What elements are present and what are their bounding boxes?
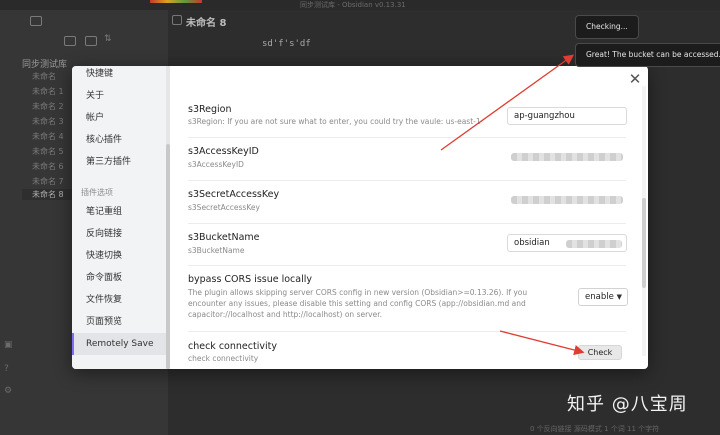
arrow-to-check-button <box>499 330 585 356</box>
arrow-to-notice <box>440 54 575 151</box>
annotation-arrows <box>440 54 585 356</box>
watermark: 知乎 @八宝周 <box>567 394 688 415</box>
